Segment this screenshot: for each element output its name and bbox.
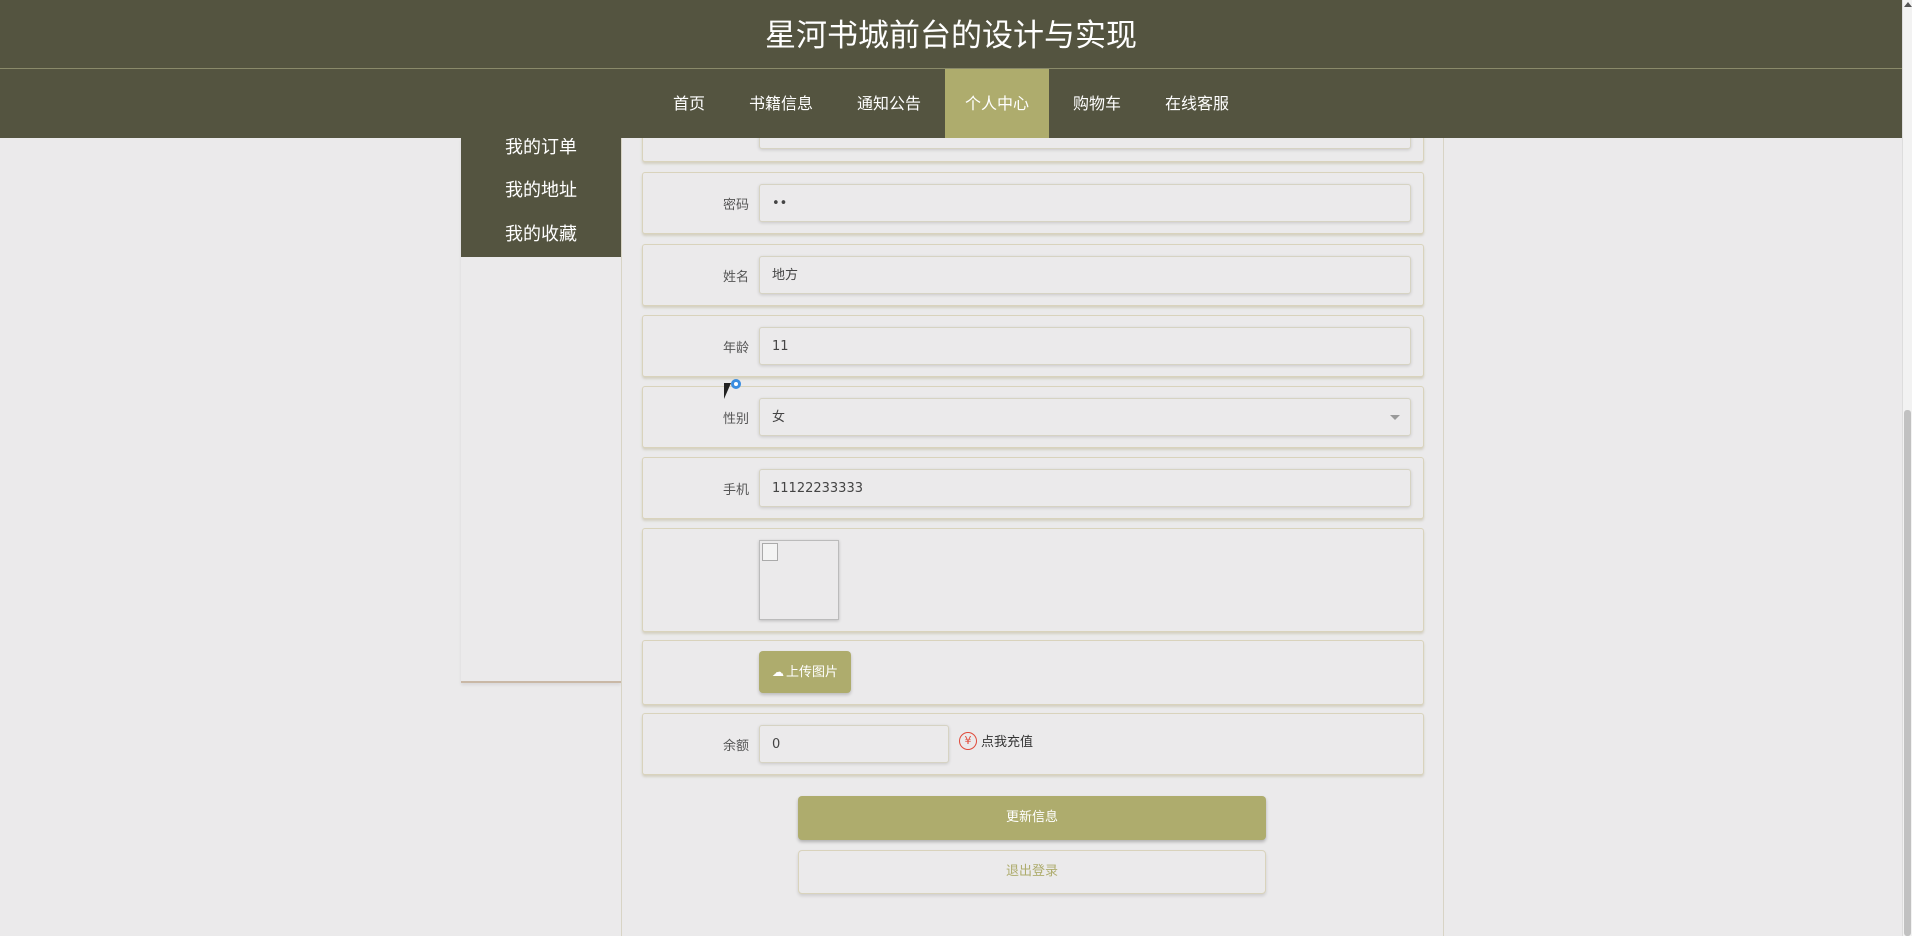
balance-label: 余额	[722, 739, 749, 754]
nav-books[interactable]: 书籍信息	[727, 69, 835, 138]
site-title: 星河书城前台的设计与实现	[0, 0, 1902, 69]
form-row-avatar	[642, 528, 1424, 632]
broken-image-icon	[762, 543, 778, 561]
phone-label: 手机	[722, 483, 749, 498]
password-label: 密码	[722, 198, 749, 213]
cloud-upload-icon: ☁	[771, 665, 784, 679]
form-row-name: 姓名 地方	[642, 244, 1424, 306]
phone-field[interactable]: 11122233333	[759, 469, 1411, 507]
avatar-image	[759, 540, 839, 620]
form-row-phone: 手机 11122233333	[642, 457, 1424, 519]
scrollbar-thumb[interactable]	[1904, 410, 1911, 936]
form-row-age: 年龄 11	[642, 315, 1424, 377]
name-label: 姓名	[722, 270, 749, 285]
nav-cart[interactable]: 购物车	[1051, 69, 1143, 138]
nav-home[interactable]: 首页	[651, 69, 727, 138]
gender-select[interactable]: 女	[759, 398, 1411, 436]
chevron-down-icon	[1390, 415, 1400, 420]
nav-personal-center[interactable]: 个人中心	[945, 69, 1050, 138]
update-info-button[interactable]: 更新信息	[798, 796, 1266, 840]
profile-form: 密码 •• 姓名 地方 年龄 11 性别 女 手机 11122233333 ☁ 上…	[621, 119, 1444, 936]
password-field[interactable]: ••	[759, 184, 1411, 222]
gender-label: 性别	[722, 412, 749, 427]
form-row-password: 密码 ••	[642, 172, 1424, 234]
side-item-orders[interactable]: 我的订单	[461, 138, 621, 172]
form-row-balance: 余额 0 ¥ 点我充值	[642, 713, 1424, 775]
name-field[interactable]: 地方	[759, 256, 1411, 294]
main-nav: 首页 书籍信息 通知公告 个人中心 购物车 在线客服	[0, 69, 1902, 138]
form-row-upload: ☁ 上传图片	[642, 640, 1424, 705]
age-field[interactable]: 11	[759, 327, 1411, 365]
side-menu: 我的订单 我的地址 我的收藏	[461, 138, 621, 257]
logout-button[interactable]: 退出登录	[798, 850, 1266, 894]
side-item-favorites[interactable]: 我的收藏	[461, 216, 621, 260]
age-label: 年龄	[722, 341, 749, 356]
loading-icon	[731, 379, 741, 389]
mouse-pointer-icon	[724, 383, 731, 399]
recharge-label: 点我充值	[981, 735, 1034, 750]
yen-icon: ¥	[959, 731, 977, 750]
scroll-up-arrow-icon[interactable]	[1904, 2, 1912, 7]
upload-image-button[interactable]: ☁ 上传图片	[759, 651, 851, 693]
balance-field[interactable]: 0	[759, 725, 949, 763]
nav-support[interactable]: 在线客服	[1143, 69, 1251, 138]
gender-value: 女	[772, 410, 786, 425]
side-item-address[interactable]: 我的地址	[461, 172, 621, 216]
nav-notices[interactable]: 通知公告	[835, 69, 943, 138]
recharge-link[interactable]: ¥ 点我充值	[959, 731, 1033, 750]
page-scrollbar[interactable]	[1902, 0, 1912, 936]
upload-label: 上传图片	[785, 665, 838, 680]
form-row-gender: 性别 女	[642, 386, 1424, 448]
site-header: 星河书城前台的设计与实现 首页 书籍信息 通知公告 个人中心 购物车 在线客服	[0, 0, 1902, 138]
